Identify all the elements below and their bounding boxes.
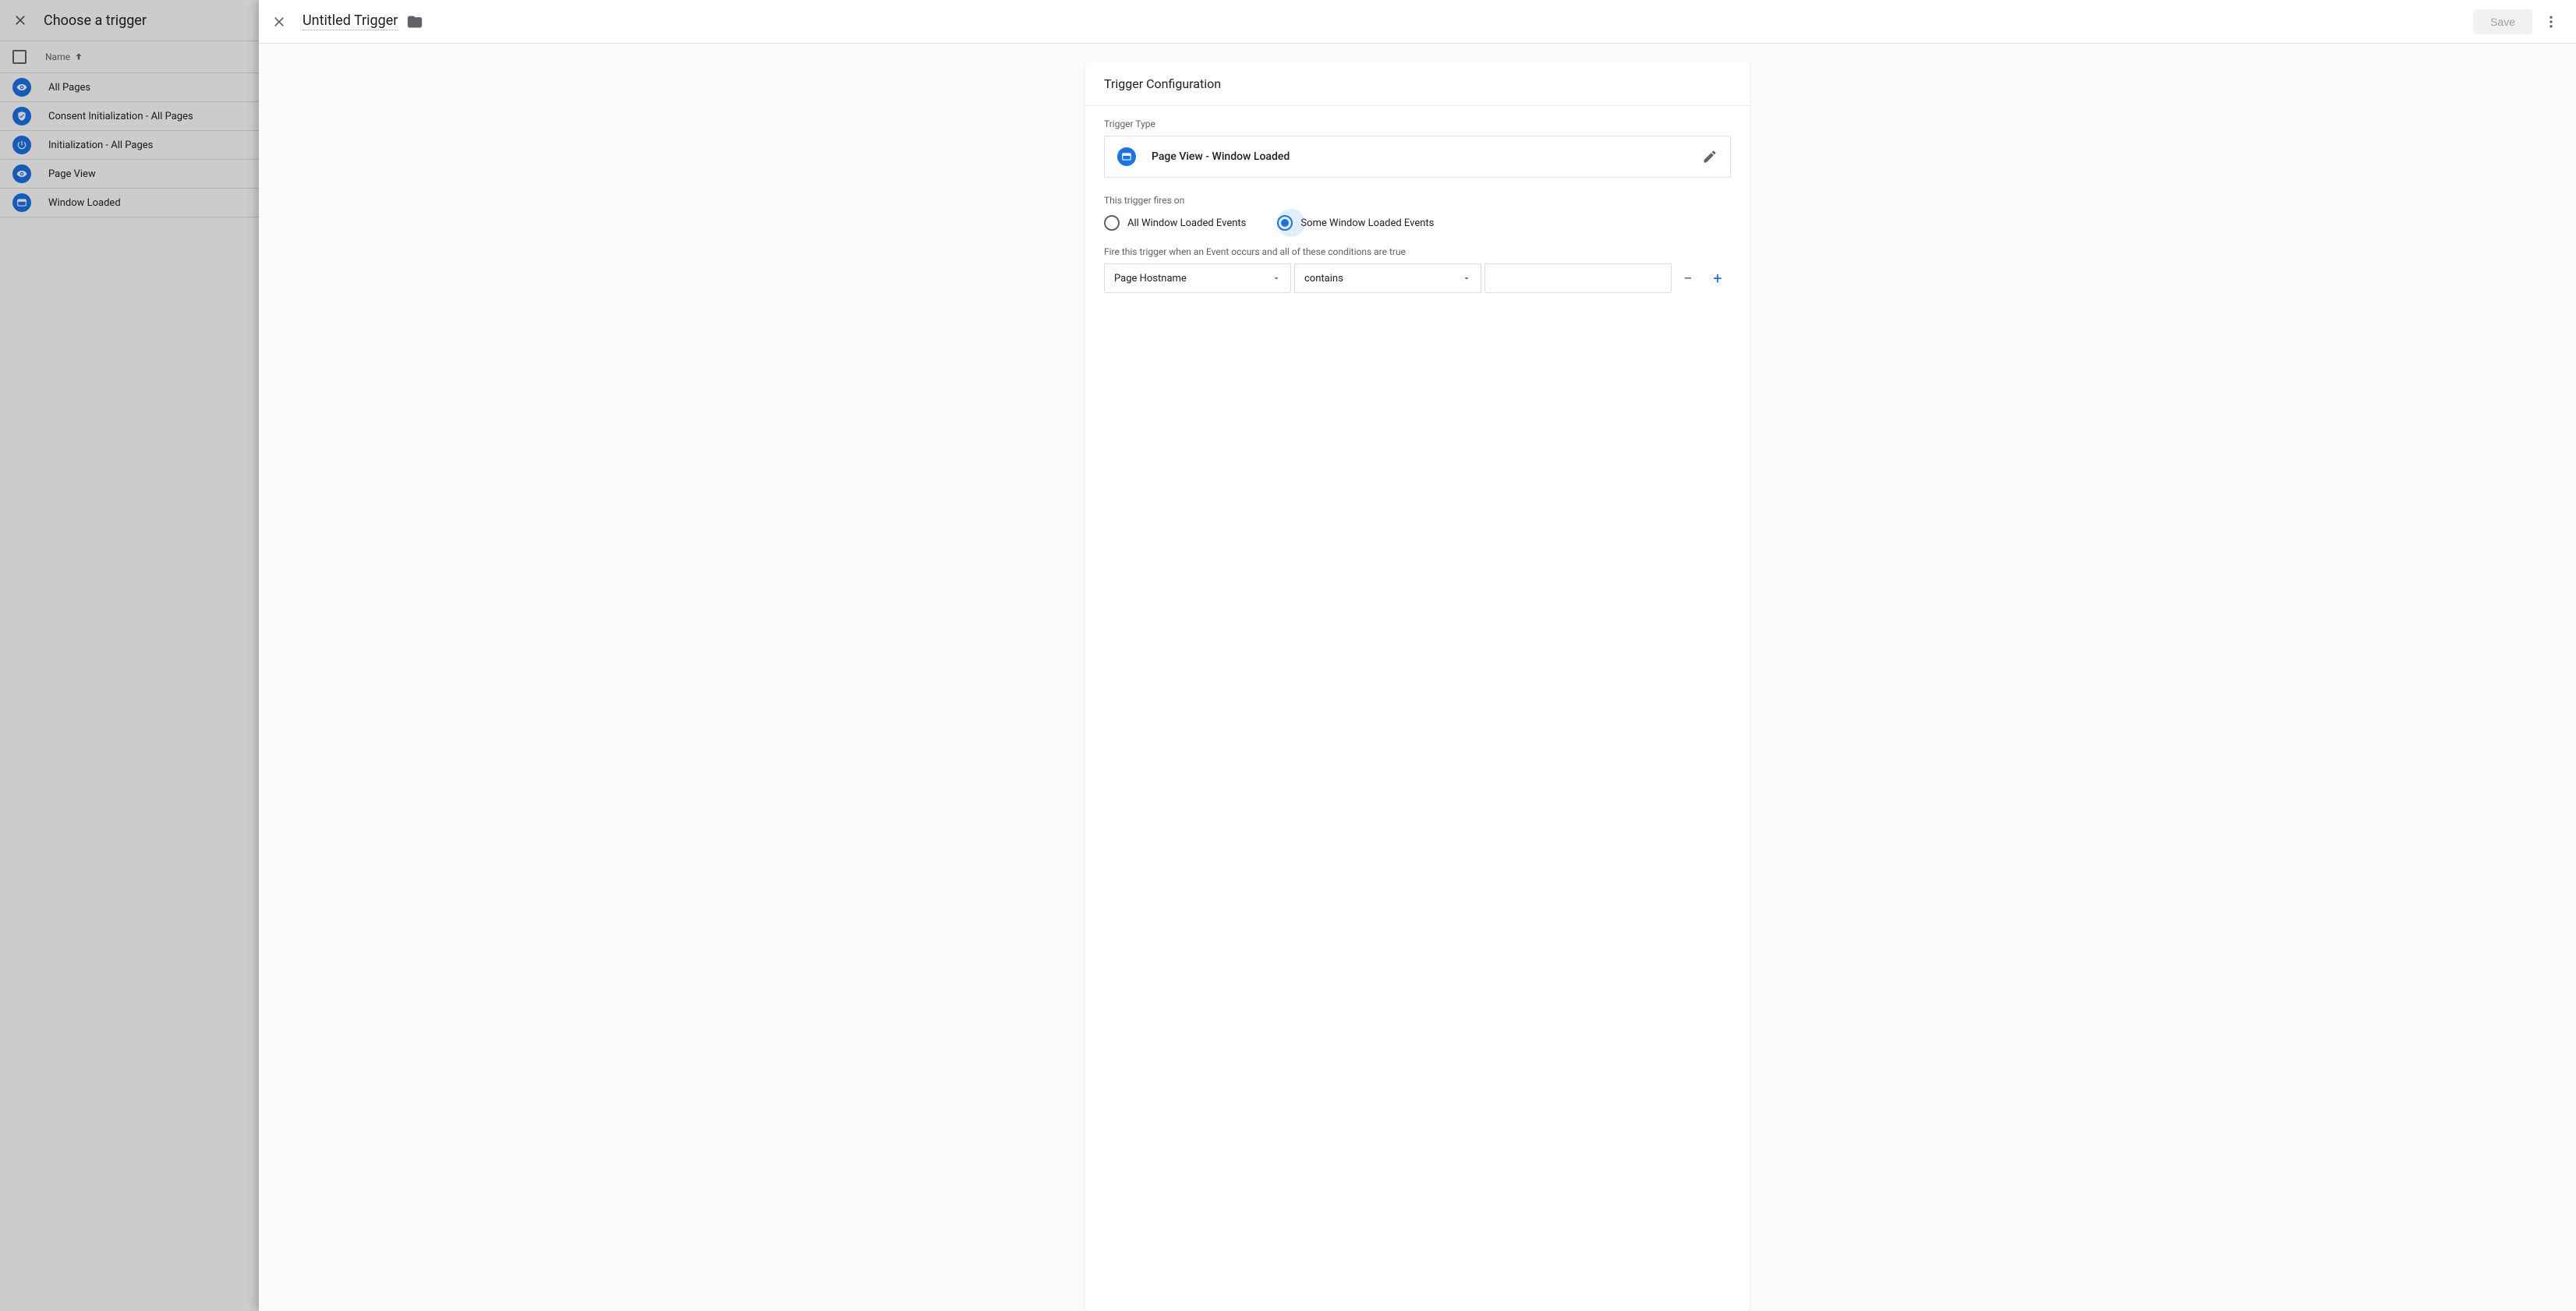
trigger-editor-panel: Untitled Trigger Save Trigger Configurat… xyxy=(259,0,2576,1311)
folder-icon[interactable] xyxy=(407,14,423,30)
condition-label: Fire this trigger when an Event occurs a… xyxy=(1104,246,1731,257)
trigger-type-label: Trigger Type xyxy=(1104,118,1731,129)
condition-value-input[interactable] xyxy=(1484,263,1672,293)
radio-some-events-label: Some Window Loaded Events xyxy=(1300,217,1434,229)
condition-variable-dropdown[interactable]: Page Hostname xyxy=(1104,263,1291,293)
add-condition-button[interactable]: + xyxy=(1704,263,1731,293)
caret-down-icon xyxy=(1272,274,1281,283)
close-icon[interactable] xyxy=(271,14,287,30)
condition-operator-value: contains xyxy=(1304,273,1343,284)
condition-operator-dropdown[interactable]: contains xyxy=(1294,263,1481,293)
trigger-type-value: Page View - Window Loaded xyxy=(1152,150,1290,163)
window-loaded-icon xyxy=(1117,147,1136,166)
trigger-name-input[interactable]: Untitled Trigger xyxy=(303,12,398,30)
caret-down-icon xyxy=(1462,274,1471,283)
radio-all-events[interactable]: All Window Loaded Events xyxy=(1104,215,1246,231)
card-title: Trigger Configuration xyxy=(1085,62,1750,106)
trigger-type-selector[interactable]: Page View - Window Loaded xyxy=(1104,136,1731,178)
radio-some-events[interactable]: Some Window Loaded Events xyxy=(1277,215,1434,231)
trigger-config-card: Trigger Configuration Trigger Type Page … xyxy=(1085,62,1750,1311)
condition-variable-value: Page Hostname xyxy=(1114,273,1187,284)
edit-icon[interactable] xyxy=(1702,149,1718,164)
more-icon[interactable] xyxy=(2539,9,2564,34)
fires-on-label: This trigger fires on xyxy=(1104,195,1731,206)
radio-all-events-label: All Window Loaded Events xyxy=(1127,217,1246,229)
save-button[interactable]: Save xyxy=(2473,9,2532,34)
remove-condition-button[interactable]: − xyxy=(1675,263,1701,293)
